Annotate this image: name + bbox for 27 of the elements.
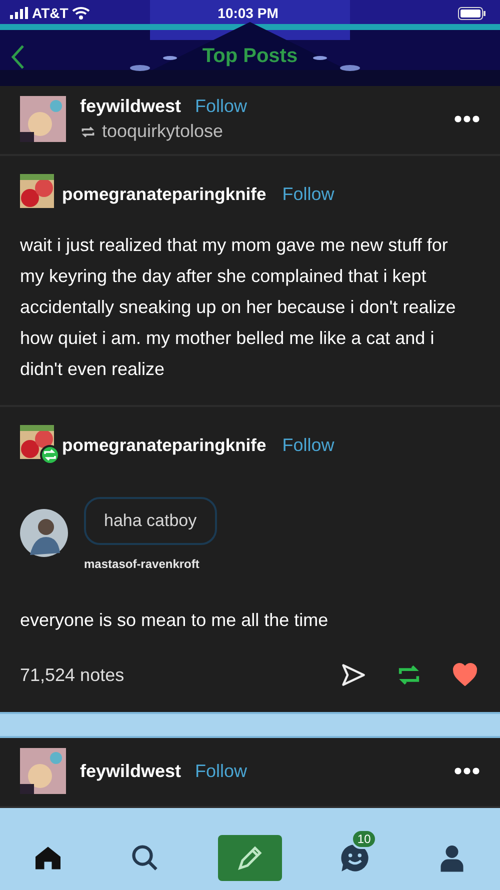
heart-icon[interactable]	[452, 662, 478, 688]
ask-message: haha catboy	[84, 497, 217, 545]
reblog-source[interactable]: tooquirkytolose	[102, 121, 224, 142]
asker-name[interactable]: mastasof-ravenkroft	[84, 557, 217, 571]
post-text: everyone is so mean to me all the time	[20, 609, 330, 632]
notes-count[interactable]: 71,524 notes	[20, 664, 310, 686]
follow-link[interactable]: Follow	[282, 434, 334, 456]
back-icon[interactable]	[10, 44, 26, 70]
blog-name[interactable]: feywildwest	[80, 96, 182, 117]
wifi-icon	[72, 6, 90, 20]
signal-icon	[10, 7, 28, 19]
post-text: wait i just realized that my mom gave me new stuff for my keyring the day after she complained that i kept accidentally sneaking up on her because i don't realize how quiet i am. my mother belled me like a cat and i didn't even realize	[20, 234, 457, 381]
status-time: 10:03 PM	[216, 5, 280, 21]
page-title: Top Posts	[202, 44, 298, 68]
more-icon[interactable]	[454, 115, 480, 123]
send-icon[interactable]	[340, 662, 366, 688]
notification-count: 10	[351, 828, 377, 848]
carrier-name: AT&T	[32, 5, 68, 21]
more-icon[interactable]	[454, 767, 480, 775]
blog-name[interactable]: feywildwest	[80, 760, 182, 782]
follow-link[interactable]: Follow	[282, 184, 334, 204]
blog-name[interactable]: pomegranateparingknife	[62, 434, 266, 456]
compose-tab[interactable]	[218, 834, 282, 880]
follow-link[interactable]: Follow	[195, 760, 248, 782]
follow-link[interactable]: Follow	[195, 96, 248, 117]
battery-icon	[458, 6, 486, 20]
blog-name[interactable]: pomegranateparingknife	[62, 184, 266, 204]
